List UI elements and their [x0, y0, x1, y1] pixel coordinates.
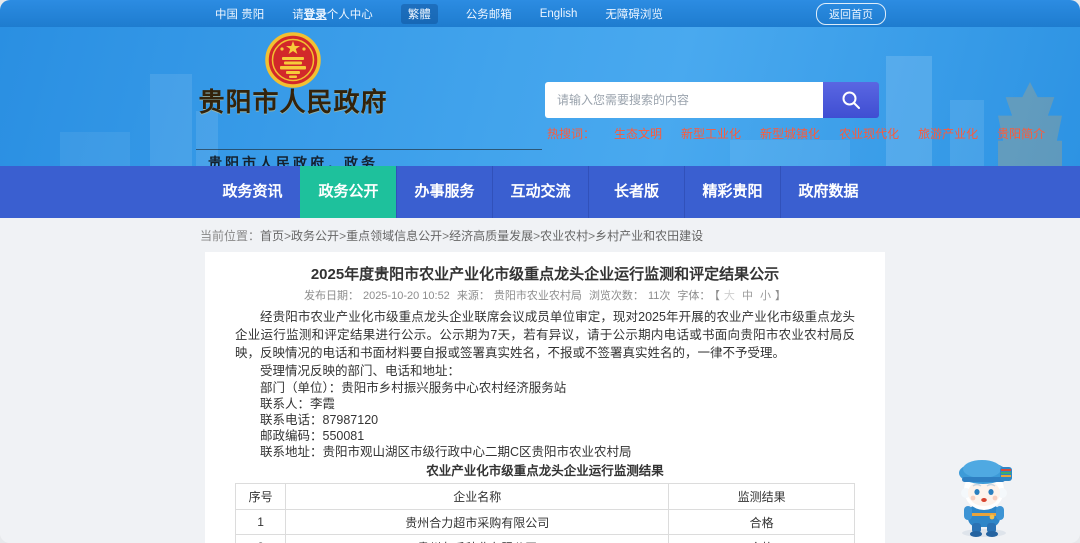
crumb-home[interactable]: 首页	[260, 229, 284, 243]
font-size-large-button[interactable]: 大	[724, 290, 735, 302]
site-logo[interactable]: 贵阳市人民政府	[192, 32, 394, 116]
link-english[interactable]: English	[540, 8, 578, 20]
top-links: 中国 贵阳 请登录个人中心 繁體 公务邮箱 English 无障碍浏览	[215, 3, 663, 24]
content-area: 当前位置：首页政务公开重点领域信息公开经济高质量发展农业农村乡村产业和农田建设 …	[0, 218, 1080, 543]
skyline-decor	[886, 56, 932, 166]
article-paragraph: 受理情况反映的部门、电话和地址：	[260, 364, 461, 378]
contact-address: 联系地址：贵阳市观山湖区市级行政中心二期C区贵阳市农业农村局	[260, 445, 632, 459]
article-paragraph: 经贵阳市农业产业化市级重点龙头企业联席会议成员单位审定，现对2025年开展的农业…	[235, 310, 855, 360]
browser-page: 中国 贵阳 请登录个人中心 繁體 公务邮箱 English 无障碍浏览 返回首页	[0, 0, 1080, 543]
nav-item-highlights[interactable]: 精彩贵阳	[684, 166, 780, 218]
back-home-button[interactable]: 返回首页	[816, 2, 886, 25]
contact-person: 联系人：李霞	[260, 397, 336, 411]
hot-word[interactable]: 新型城镇化	[760, 125, 820, 142]
link-traditional-chinese[interactable]: 繁體	[400, 3, 438, 24]
header-cell-company: 企业名称	[285, 483, 670, 510]
mascot-assistant[interactable]	[948, 453, 1020, 539]
cell-company: 贵州友禾种业有限公司	[285, 534, 670, 543]
national-emblem-icon	[265, 32, 321, 88]
font-size-medium-button[interactable]: 中	[742, 290, 753, 302]
link-accessibility[interactable]: 无障碍浏览	[605, 6, 663, 22]
nav-item-services[interactable]: 办事服务	[396, 166, 492, 218]
views-count: 11次	[647, 290, 671, 302]
site-title: 贵阳市人民政府	[198, 87, 388, 117]
bracket: 【	[714, 290, 720, 302]
nav-item-news[interactable]: 政务资讯	[205, 166, 300, 218]
site-subtitle: 贵阳市人民政府．政务	[208, 155, 378, 166]
hot-word[interactable]: 生态文明	[614, 125, 662, 142]
header-cell-no: 序号	[234, 483, 287, 510]
main-nav: 政务资讯 政务公开 办事服务 互动交流 长者版 精彩贵阳 政府数据	[0, 166, 1080, 218]
article-meta: 发布日期： 2025-10-20 10:52 来源： 贵阳市农业农村局 浏览次数： 1…	[235, 289, 855, 303]
hot-word[interactable]: 新型工业化	[681, 125, 741, 142]
font-size-small-button[interactable]: 小	[760, 290, 771, 302]
nav-item-interaction[interactable]: 互动交流	[492, 166, 588, 218]
header-divider	[196, 149, 542, 150]
nav-item-elderly[interactable]: 长者版	[588, 166, 684, 218]
breadcrumb-label: 当前位置：	[200, 229, 261, 243]
link-login-personal-center[interactable]: 请登录个人中心	[292, 6, 373, 22]
publish-date-label: 发布日期：	[303, 290, 359, 302]
cell-result: 合格	[668, 509, 855, 535]
font-size-label: 字体：	[677, 290, 711, 302]
hot-word[interactable]: 农业现代化	[839, 125, 899, 142]
hot-search-row: 热搜词： 生态文明 新型工业化 新型城镇化 农业现代化 旅游产业化 贵阳简介	[547, 125, 1045, 142]
cell-no: 2	[234, 534, 287, 543]
crumb-key-info[interactable]: 重点领域信息公开	[339, 229, 442, 243]
cell-no: 1	[234, 509, 287, 535]
crumb-agriculture[interactable]: 农业农村	[533, 229, 588, 243]
crumb-gov-disclosure[interactable]: 政务公开	[284, 229, 339, 243]
contact-phone: 联系电话：87987120	[260, 413, 379, 427]
cell-company: 贵州合力超市采购有限公司	[285, 509, 670, 535]
hot-word[interactable]: 旅游产业化	[918, 125, 978, 142]
search-input[interactable]	[545, 82, 823, 118]
table-row: 2 贵州友禾种业有限公司 合格	[234, 534, 855, 543]
pagoda-decor	[998, 82, 1062, 166]
top-utility-bar: 中国 贵阳 请登录个人中心 繁體 公务邮箱 English 无障碍浏览 返回首页	[0, 0, 1080, 27]
cell-result: 合格	[668, 534, 855, 543]
article-card: 2025年度贵阳市农业产业化市级重点龙头企业运行监测和评定结果公示 发布日期： 2…	[205, 252, 885, 543]
login-suffix: 个人中心	[326, 8, 373, 21]
hot-search-label: 热搜词：	[547, 127, 596, 141]
skyline-decor	[60, 132, 130, 166]
crumb-economy[interactable]: 经济高质量发展	[442, 229, 533, 243]
table-caption: 农业产业化市级重点龙头企业运行监测结果	[426, 464, 664, 478]
nav-item-gov-disclosure[interactable]: 政务公开	[300, 166, 396, 218]
crumb-rural-industry[interactable]: 乡村产业和农田建设	[588, 229, 703, 243]
views-label: 浏览次数：	[588, 290, 644, 302]
link-official-mail[interactable]: 公务邮箱	[466, 6, 512, 22]
login-prefix: 请	[292, 8, 304, 21]
publish-date: 2025-10-20 10:52	[362, 290, 450, 302]
table-row: 1 贵州合力超市采购有限公司 合格	[234, 509, 855, 535]
hot-word[interactable]: 贵阳简介	[997, 125, 1045, 142]
source: 贵阳市农业农村局	[493, 290, 582, 302]
monitoring-result-table: 序号 企业名称 监测结果 1 贵州合力超市采购有限公司 合格 2 贵州友禾种业有…	[234, 483, 855, 543]
skyline-decor	[150, 74, 192, 166]
login-link[interactable]: 登录	[304, 9, 327, 21]
source-label: 来源：	[456, 290, 490, 302]
contact-department: 部门（单位）：贵阳市乡村振兴服务中心农村经济服务站	[260, 381, 567, 395]
nav-item-gov-data[interactable]: 政府数据	[780, 166, 876, 218]
table-header-row: 序号 企业名称 监测结果	[234, 483, 855, 510]
search-icon	[842, 91, 860, 109]
header-cell-result: 监测结果	[668, 483, 855, 510]
article-title: 2025年度贵阳市农业产业化市级重点龙头企业运行监测和评定结果公示	[310, 266, 780, 283]
link-china-guiyang[interactable]: 中国 贵阳	[215, 6, 264, 22]
search-bar	[545, 82, 879, 118]
bracket: 】	[775, 290, 787, 302]
breadcrumb: 当前位置：首页政务公开重点领域信息公开经济高质量发展农业农村乡村产业和农田建设	[0, 218, 1080, 252]
search-button[interactable]	[823, 82, 879, 118]
contact-postcode: 邮政编码：550081	[260, 429, 365, 443]
site-header: 贵阳市人民政府 贵阳市人民政府．政务 www.guiyang.gov.cn 热搜…	[0, 27, 1080, 166]
skyline-decor	[730, 140, 850, 166]
